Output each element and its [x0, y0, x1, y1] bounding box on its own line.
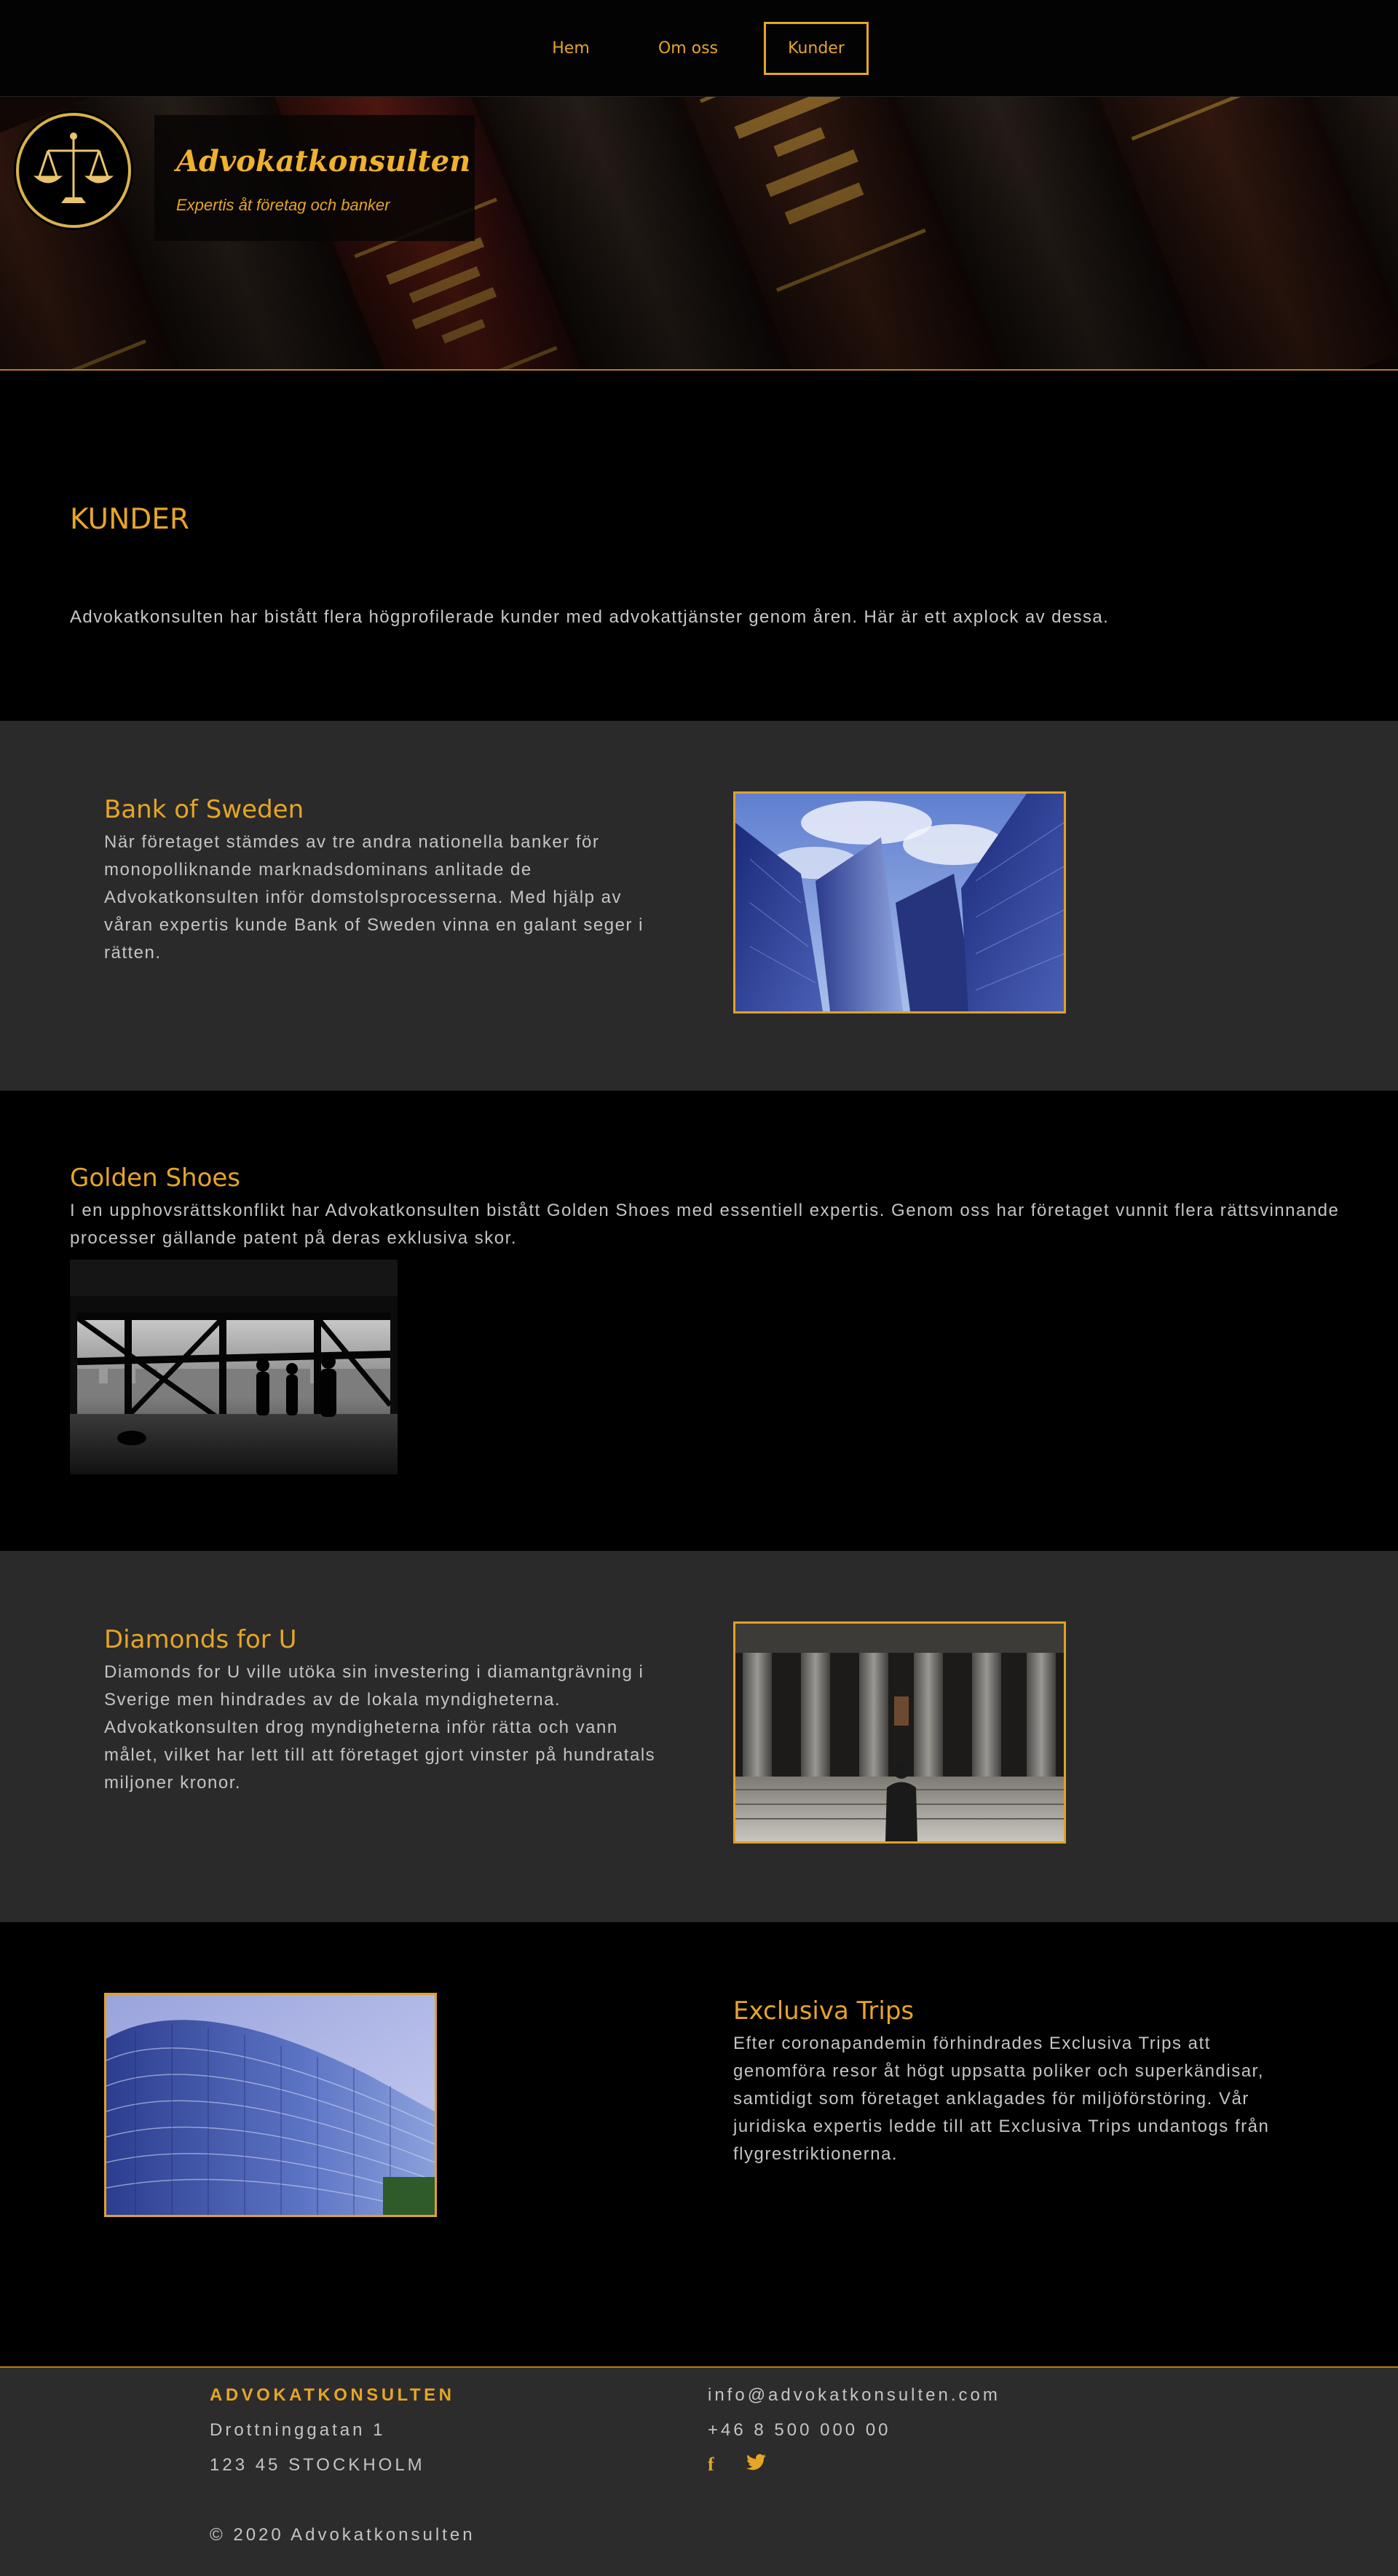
office-window-photo [70, 1260, 398, 1474]
footer-city: 123 45 STOCKHOLM [210, 2455, 425, 2475]
client-description: I en upphovsrättskonflikt har Advokatkon… [70, 1201, 1340, 1248]
top-navigation: Hem Om oss Kunder [0, 0, 1398, 97]
client-title: Exclusiva Trips [733, 1996, 915, 2026]
nav-link-hem[interactable]: Hem [539, 22, 603, 75]
client-title: Golden Shoes [70, 1163, 241, 1193]
client-title: Bank of Sweden [104, 795, 304, 824]
glass-building-photo [104, 1993, 437, 2217]
building-entrance-photo [733, 1621, 1066, 1844]
brand-name[interactable]: Advokatkonsulten [176, 144, 470, 178]
client-description: Diamonds for U ville utöka sin investeri… [104, 1662, 656, 1793]
client-section-bank-of-sweden: Bank of Sweden När företaget stämdes av … [0, 721, 1398, 1091]
brand-box: Advokatkonsulten Expertis åt företag och… [154, 115, 475, 241]
logo[interactable] [16, 113, 131, 228]
footer-copyright: © 2020 Advokatkonsulten [210, 2525, 475, 2545]
twitter-bird-glyph [746, 2454, 766, 2470]
footer: ADVOKATKONSULTEN Drottninggatan 1 123 45… [0, 2366, 1398, 2576]
brand-tagline: Expertis åt företag och banker [176, 196, 390, 214]
footer-phone: +46 8 500 000 00 [708, 2420, 891, 2440]
client-section-golden-shoes: Golden Shoes I en upphovsrättskonflikt h… [0, 1091, 1398, 1551]
twitter-icon[interactable] [746, 2454, 767, 2476]
intro-section: KUNDER Advokatkonsulten har bistått fler… [0, 371, 1398, 721]
skyscrapers-photo [733, 791, 1066, 1014]
intro-text: Advokatkonsulten har bistått flera högpr… [70, 607, 1110, 627]
nav-link-om-oss[interactable]: Om oss [642, 22, 734, 75]
footer-street: Drottninggatan 1 [210, 2420, 386, 2440]
page-title: KUNDER [70, 503, 190, 536]
nav-link-kunder-active[interactable]: Kunder [764, 22, 869, 75]
client-description: När företaget stämdes av tre andra natio… [104, 832, 644, 963]
scales-of-justice-icon [33, 133, 114, 203]
hero-banner: Advokatkonsulten Expertis åt företag och… [0, 97, 1398, 371]
client-title: Diamonds for U [104, 1625, 297, 1654]
client-description: Efter coronapandemin förhindrades Exclus… [733, 2034, 1270, 2164]
client-section-diamonds-for-u: Diamonds for U Diamonds for U ville utök… [0, 1551, 1398, 1922]
footer-brand: ADVOKATKONSULTEN [210, 2385, 455, 2405]
client-section-exclusiva-trips: Exclusiva Trips Efter coronapandemin för… [0, 1922, 1398, 2366]
footer-email-link[interactable]: info@advokatkonsulten.com [708, 2385, 1000, 2406]
facebook-icon[interactable]: f [708, 2454, 714, 2476]
